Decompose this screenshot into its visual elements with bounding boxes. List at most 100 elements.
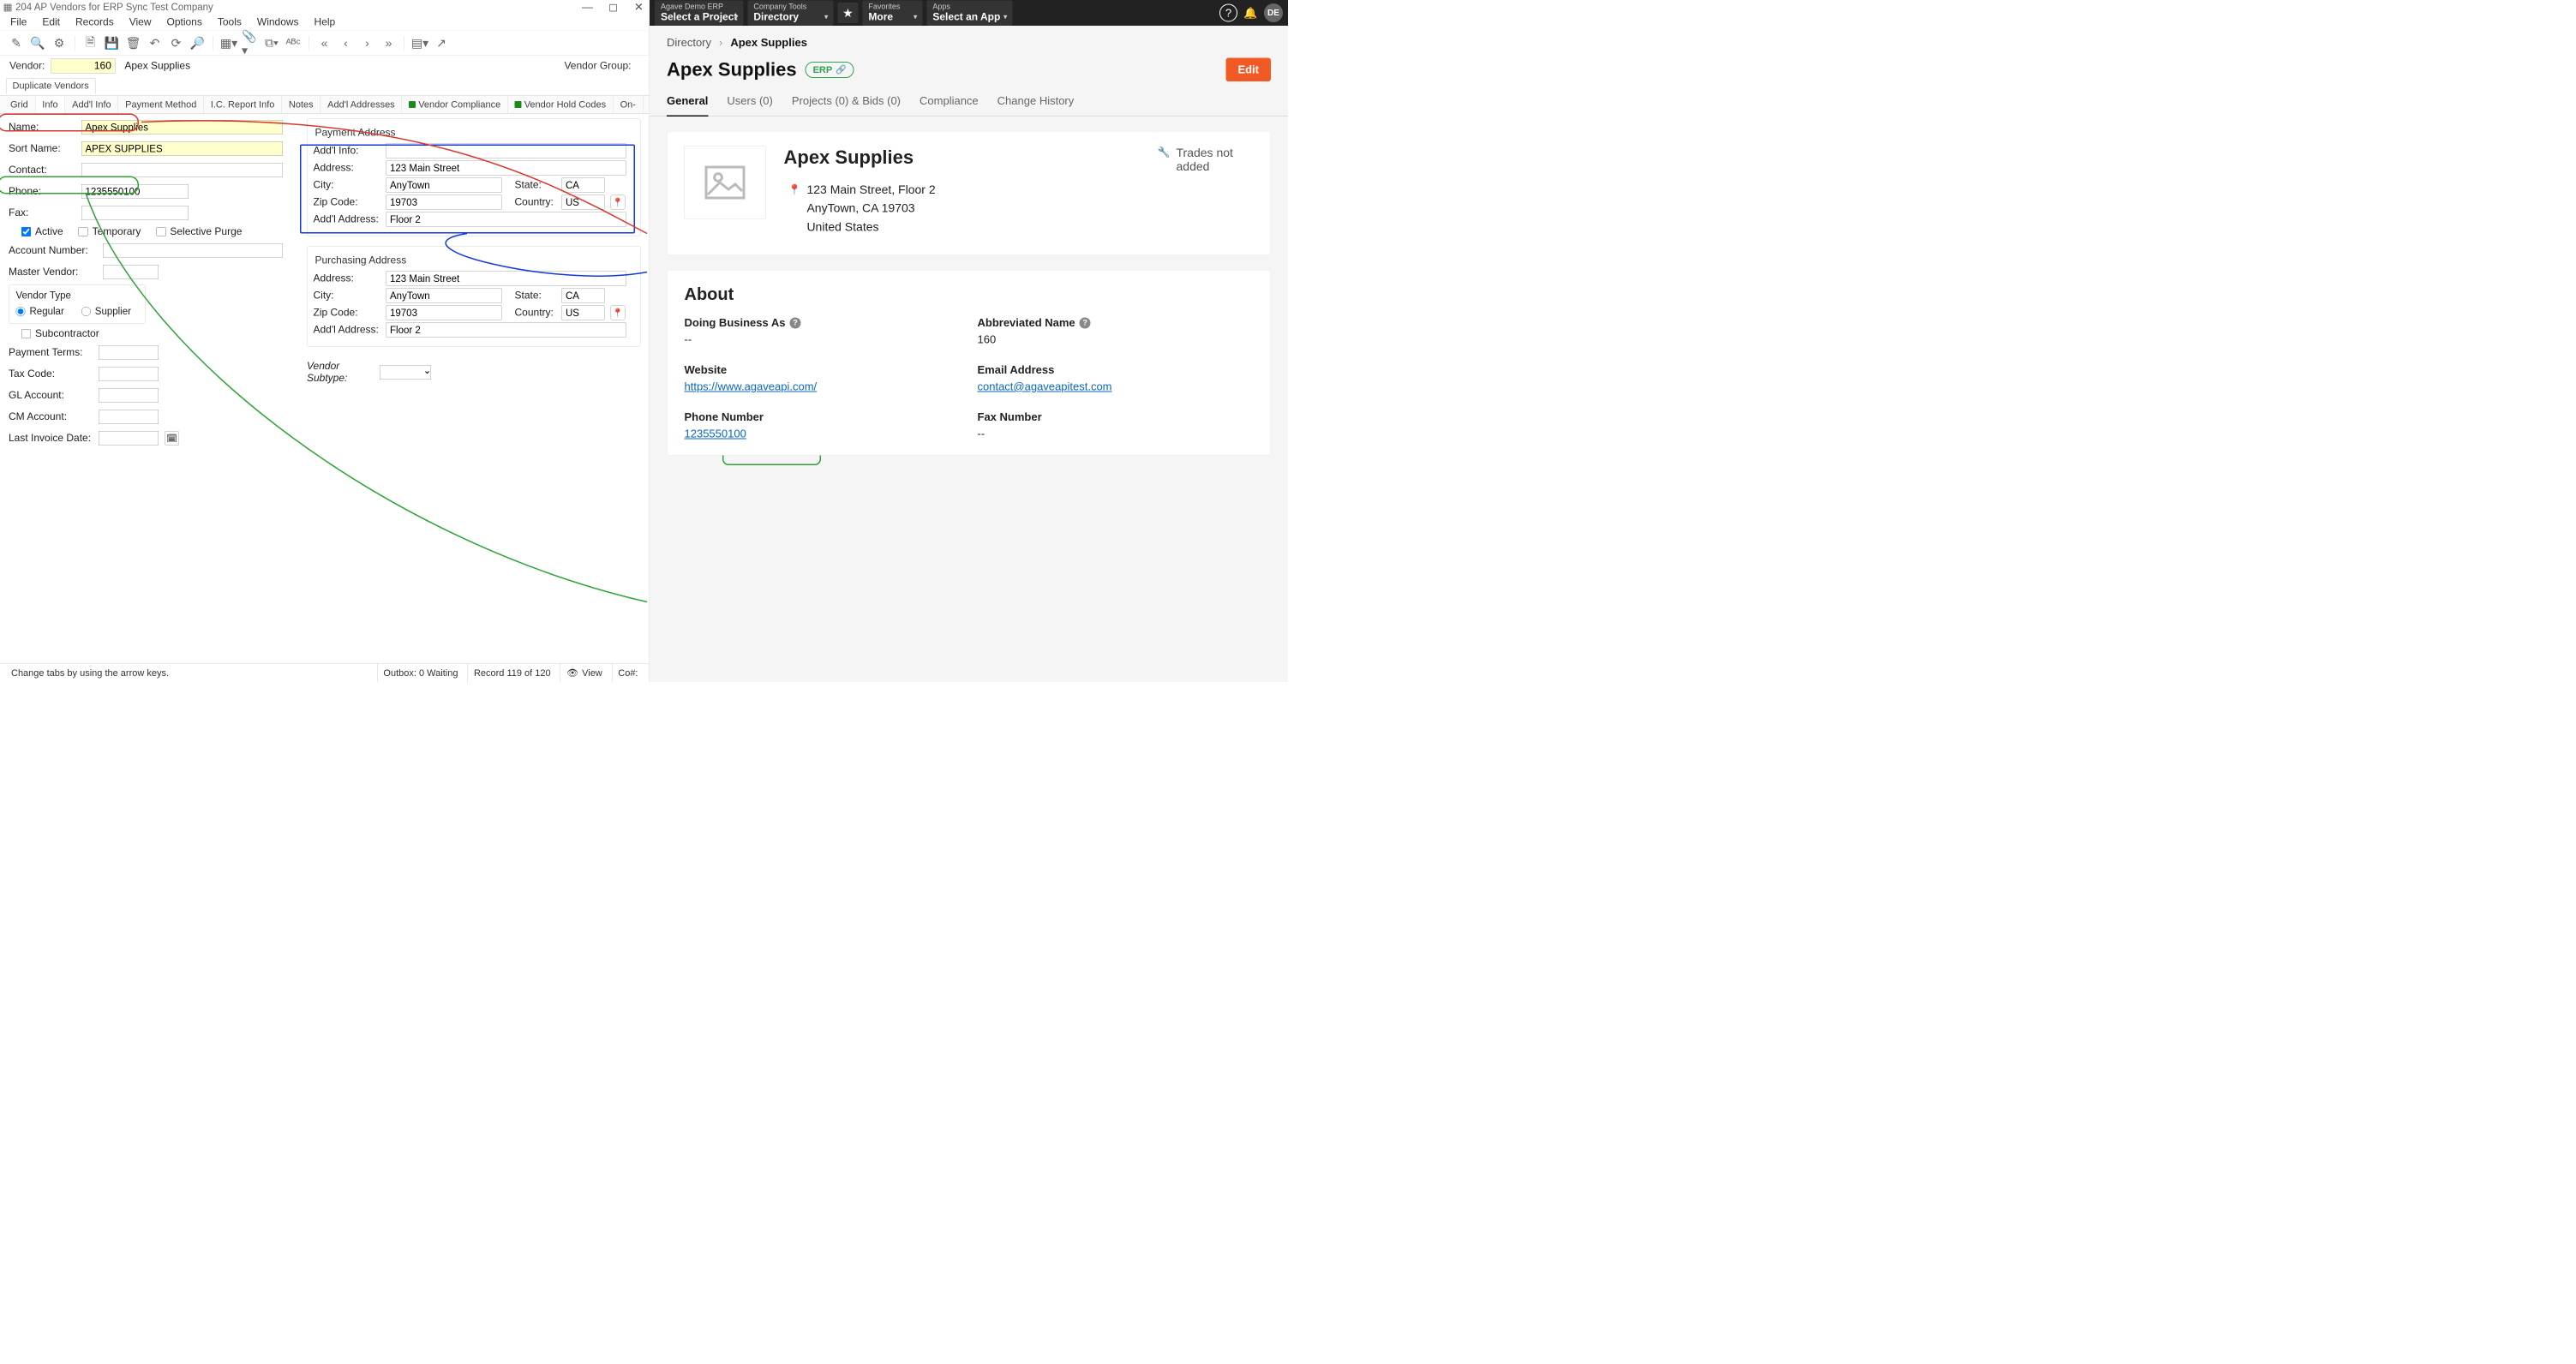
grid-icon[interactable]: ▦▾ (220, 34, 237, 51)
export-icon[interactable]: ↗ (433, 34, 450, 51)
pur-state-input[interactable] (562, 289, 605, 303)
subtab-addl-addresses[interactable]: Add'l Addresses (321, 96, 402, 113)
delete-icon[interactable]: 🗑 (125, 34, 142, 51)
nav-last-icon[interactable]: » (380, 34, 398, 51)
pay-country-input[interactable] (562, 195, 605, 210)
nav-prev-icon[interactable]: ‹ (338, 34, 355, 51)
save-icon[interactable]: 💾 (104, 34, 121, 51)
favorites-menu[interactable]: Favorites More ▾ (862, 0, 922, 26)
radio-regular[interactable]: Regular (16, 306, 64, 318)
phone-input[interactable] (81, 184, 189, 199)
vendor-subtype-select[interactable] (380, 365, 431, 380)
pay-address-input[interactable] (386, 161, 626, 176)
active-checkbox[interactable]: Active (21, 226, 63, 238)
master-vendor-input[interactable] (103, 265, 159, 279)
gear-icon[interactable]: ⚙ (51, 34, 68, 51)
subtab-ic-report[interactable]: I.C. Report Info (204, 96, 282, 113)
subtab-payment-method[interactable]: Payment Method (118, 96, 204, 113)
bell-icon[interactable]: 🔔 (1242, 4, 1260, 22)
contact-input[interactable] (81, 163, 283, 177)
edit-button[interactable]: Edit (1225, 58, 1271, 82)
fax-input[interactable] (81, 206, 189, 220)
menu-records[interactable]: Records (75, 16, 114, 28)
account-number-input[interactable] (103, 243, 283, 258)
pur-zip-input[interactable] (386, 306, 502, 320)
tab-duplicate-vendors[interactable]: Duplicate Vendors (6, 78, 95, 94)
close-button[interactable]: ✕ (632, 0, 646, 14)
tab-change-history[interactable]: Change History (997, 94, 1075, 116)
subcontractor-checkbox[interactable]: Subcontractor (9, 328, 304, 340)
minimize-button[interactable]: — (581, 0, 595, 14)
value-website[interactable]: https://www.agaveapi.com/ (685, 380, 961, 394)
crumb-root[interactable]: Directory (667, 36, 711, 50)
map-pin-icon[interactable]: 📍 (611, 306, 626, 320)
temporary-checkbox[interactable]: Temporary (79, 226, 141, 238)
help-icon[interactable]: ? (1080, 317, 1091, 328)
chevron-down-icon: ▾ (1003, 12, 1008, 21)
project-menu[interactable]: Agave Demo ERP Select a Project ▾ (655, 0, 743, 26)
edit-icon[interactable]: ✎ (8, 34, 25, 51)
status-view[interactable]: 👁View (560, 664, 608, 683)
subtab-on[interactable]: On- (614, 96, 644, 113)
selective-purge-checkbox[interactable]: Selective Purge (156, 226, 242, 238)
search-icon[interactable]: 🔎 (189, 34, 207, 51)
maximize-button[interactable]: ◻ (607, 0, 620, 14)
menu-tools[interactable]: Tools (218, 16, 242, 28)
undo-icon[interactable]: ↶ (147, 34, 164, 51)
refresh-icon[interactable]: ⟳ (168, 34, 185, 51)
menu-file[interactable]: File (10, 16, 27, 28)
subtab-addl-info[interactable]: Add'l Info (65, 96, 118, 113)
status-co: Co#: (612, 664, 644, 683)
subtab-info[interactable]: Info (35, 97, 65, 114)
pay-city-input[interactable] (386, 178, 502, 193)
subtab-grid[interactable]: Grid (3, 96, 35, 113)
tab-projects-bids[interactable]: Projects (0) & Bids (0) (792, 94, 901, 116)
map-pin-icon[interactable]: 📍 (611, 195, 626, 210)
company-tools-menu[interactable]: Company Tools Directory ▾ (747, 0, 833, 26)
binoculars-icon[interactable]: 🔍 (29, 34, 46, 51)
help-icon[interactable]: ? (1219, 4, 1237, 22)
menu-help[interactable]: Help (315, 16, 336, 28)
relate-icon[interactable]: ⧉▾ (263, 34, 280, 51)
gl-account-input[interactable] (99, 388, 159, 403)
pay-addl-address-input[interactable] (386, 212, 626, 227)
cm-account-input[interactable] (99, 410, 159, 424)
pur-address-input[interactable] (386, 272, 626, 286)
pay-addlinfo-input[interactable] (386, 144, 626, 159)
menu-windows[interactable]: Windows (257, 16, 299, 28)
nav-first-icon[interactable]: « (316, 34, 333, 51)
nav-next-icon[interactable]: › (359, 34, 376, 51)
tab-general[interactable]: General (667, 94, 708, 117)
last-invoice-input[interactable] (99, 431, 159, 446)
tab-compliance[interactable]: Compliance (920, 94, 979, 116)
apps-menu[interactable]: Apps Select an App ▾ (926, 0, 1012, 26)
vendor-number-input[interactable] (51, 59, 115, 74)
calendar-icon[interactable]: 🗓 (165, 431, 179, 446)
pay-zip-input[interactable] (386, 195, 502, 210)
pay-state-input[interactable] (562, 178, 605, 193)
subtab-vendor-hold-codes[interactable]: Vendor Hold Codes (508, 96, 614, 113)
value-phone[interactable]: 1235550100 (685, 428, 961, 441)
pur-city-input[interactable] (386, 289, 502, 303)
pur-country-input[interactable] (562, 306, 605, 320)
tab-users[interactable]: Users (0) (727, 94, 772, 116)
menu-edit[interactable]: Edit (42, 16, 60, 28)
avatar[interactable]: DE (1264, 3, 1283, 22)
attach-icon[interactable]: 📎▾ (242, 34, 259, 51)
new-icon[interactable]: 🗎 (82, 34, 99, 51)
subtab-vendor-compliance[interactable]: Vendor Compliance (402, 96, 508, 113)
menu-view[interactable]: View (129, 16, 152, 28)
name-input[interactable] (81, 120, 283, 135)
spellcheck-icon[interactable]: ᴬᴮᶜ (285, 34, 302, 51)
help-icon[interactable]: ? (789, 317, 800, 328)
pur-addl-address-input[interactable] (386, 323, 626, 338)
tax-code-input[interactable] (99, 367, 159, 381)
radio-supplier[interactable]: Supplier (81, 306, 131, 318)
subtab-notes[interactable]: Notes (282, 96, 321, 113)
payment-terms-input[interactable] (99, 345, 159, 360)
value-email[interactable]: contact@agaveapitest.com (978, 380, 1254, 394)
table-icon[interactable]: ▤▾ (411, 34, 428, 51)
favorite-star-icon[interactable]: ★ (837, 3, 858, 23)
menu-options[interactable]: Options (167, 16, 202, 28)
sort-name-input[interactable] (81, 141, 283, 156)
